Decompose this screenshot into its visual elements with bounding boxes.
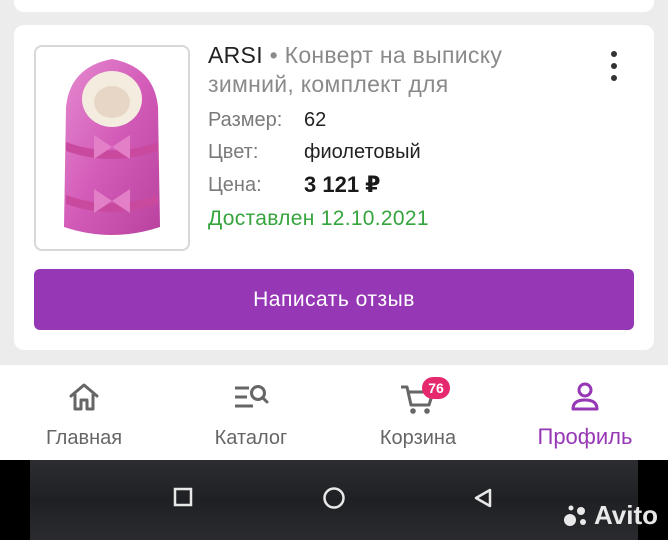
nav-label-cart: Корзина — [379, 427, 457, 449]
nav-label-profile: Профиль — [537, 424, 633, 449]
write-review-button[interactable]: Написать отзыв — [34, 269, 634, 330]
home-circle-icon[interactable] — [322, 486, 346, 510]
back-triangle-icon[interactable] — [472, 487, 494, 509]
cart-count-badge: 76 — [422, 377, 450, 399]
size-value: 62 — [304, 109, 327, 131]
nav-item-catalog[interactable]: Каталог — [201, 365, 301, 460]
more-options-icon[interactable] — [608, 51, 620, 81]
order-card: ARSI • Конверт на выписку зимний, компле… — [14, 25, 654, 350]
product-thumbnail[interactable] — [34, 45, 190, 251]
catalog-search-icon — [235, 385, 269, 408]
delivery-status: Доставлен 12.10.2021 — [208, 207, 429, 230]
color-label: Цвет: — [208, 141, 259, 163]
price-label: Цена: — [208, 174, 262, 196]
color-value: фиолетовый — [304, 141, 421, 163]
screen-edge-left — [0, 460, 30, 540]
title-separator: • — [262, 42, 285, 68]
price-value: 3 121 ₽ — [304, 172, 381, 197]
profile-icon — [571, 382, 599, 411]
watermark-text: Avito — [594, 500, 659, 530]
nav-label-catalog: Каталог — [214, 427, 288, 449]
nav-label-home: Главная — [45, 427, 123, 449]
nav-item-cart[interactable]: 76 Корзина — [368, 365, 468, 460]
product-image — [64, 59, 160, 235]
recents-square-icon[interactable] — [172, 486, 194, 508]
size-label: Размер: — [208, 109, 283, 131]
home-icon — [69, 383, 99, 411]
product-brand: ARSI — [208, 42, 263, 68]
avito-watermark: Avito — [562, 500, 658, 531]
bottom-navigation: Главная Каталог 76 Корзина Профиль — [0, 365, 668, 460]
product-title[interactable]: ARSI • Конверт на выписку зимний, компле… — [208, 41, 588, 99]
nav-item-home[interactable]: Главная — [34, 365, 134, 460]
avito-logo-icon — [564, 505, 586, 526]
previous-order-card — [14, 0, 654, 12]
nav-item-profile[interactable]: Профиль — [530, 365, 640, 460]
